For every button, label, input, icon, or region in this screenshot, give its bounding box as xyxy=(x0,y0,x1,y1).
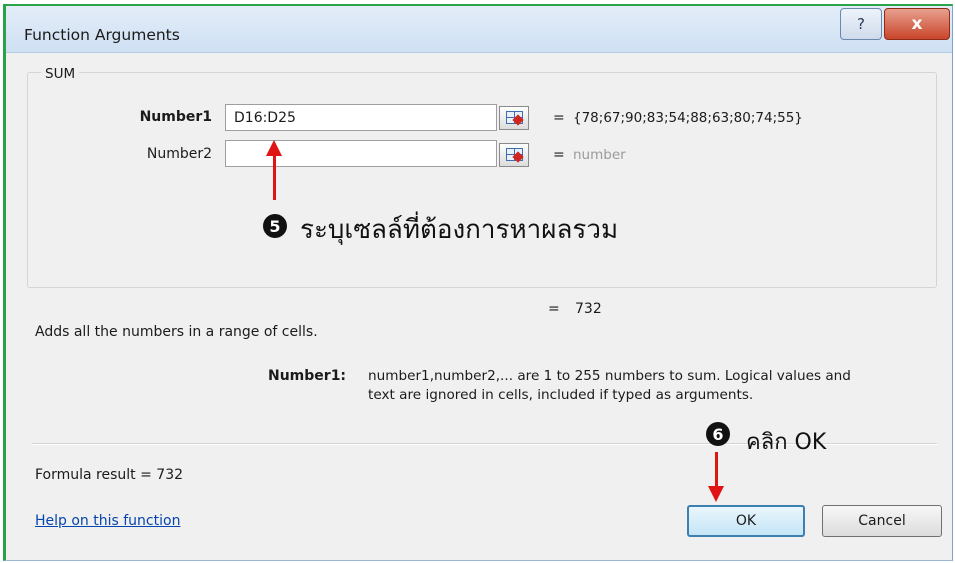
number2-label: Number2 xyxy=(146,146,212,162)
question-icon: ? xyxy=(857,15,865,33)
cancel-button[interactable]: Cancel xyxy=(822,505,942,537)
arg-help-label: Number1: xyxy=(268,368,347,384)
formula-result: Formula result = 732 xyxy=(35,467,184,483)
number1-input[interactable] xyxy=(225,104,497,131)
help-button[interactable]: ? xyxy=(840,8,882,40)
step6-badge: 6 xyxy=(706,422,730,446)
function-name: SUM xyxy=(41,66,80,82)
arg-help-line1: number1,number2,... are 1 to 255 numbers… xyxy=(368,368,851,384)
help-on-this-function-link[interactable]: Help on this function xyxy=(35,513,180,529)
number1-range-selector-button[interactable] xyxy=(499,106,529,130)
number1-evaluated-value: {78;67;90;83;54;88;63;80;74;55} xyxy=(573,110,803,126)
number1-equals: = xyxy=(553,110,565,126)
step6-arrow xyxy=(715,452,718,488)
dialog-title: Function Arguments xyxy=(24,26,180,44)
step5-annotation: ระบุเซลล์ที่ต้องการหาผลรวม xyxy=(300,215,619,245)
arg-help-line2: text are ignored in cells, included if t… xyxy=(368,387,754,403)
number2-range-selector-button[interactable] xyxy=(499,143,529,167)
number2-equals: = xyxy=(553,147,565,163)
total-equals: = xyxy=(548,301,560,317)
step5-badge: 5 xyxy=(263,214,287,238)
number1-label: Number1 xyxy=(139,109,212,125)
close-button[interactable]: x xyxy=(884,8,950,40)
step5-arrow xyxy=(273,154,276,200)
function-description: Adds all the numbers in a range of cells… xyxy=(35,324,318,340)
total-value: 732 xyxy=(575,301,602,317)
number2-evaluated-value: number xyxy=(573,147,626,163)
step6-annotation: คลิก OK xyxy=(746,430,827,455)
title-bar: Function Arguments ? x xyxy=(6,6,952,53)
step6-arrow-head xyxy=(708,486,724,502)
close-icon: x xyxy=(911,14,923,34)
ok-button[interactable]: OK xyxy=(687,505,805,537)
